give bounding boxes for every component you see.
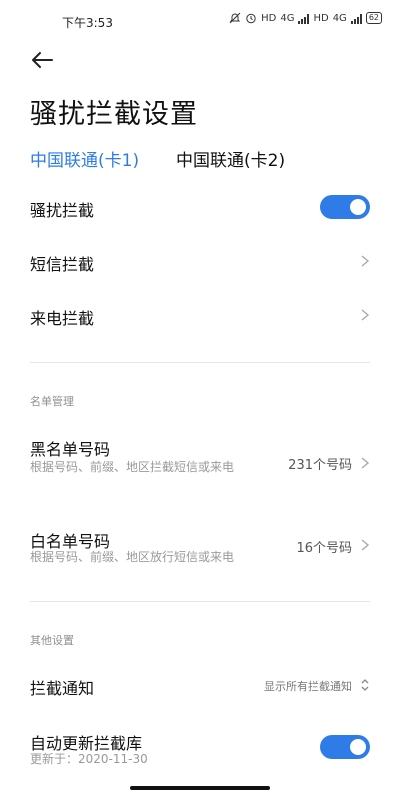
battery-indicator: 62 xyxy=(365,12,382,24)
alarm-icon xyxy=(246,13,256,24)
auto-update-row[interactable]: 自动更新拦截库 更新于：2020-11-30 xyxy=(0,726,400,772)
call-block-label: 来电拦截 xyxy=(30,309,95,328)
auto-update-date: 更新于：2020-11-30 xyxy=(30,752,148,766)
tab-card-1[interactable]: 中国联通(卡1) xyxy=(30,146,139,171)
back-arrow-icon[interactable] xyxy=(28,48,56,72)
section-title-list-management: 名单管理 xyxy=(30,395,74,408)
divider xyxy=(30,362,370,363)
up-down-chevron-icon xyxy=(361,679,369,691)
status-time: 下午3:53 xyxy=(62,16,113,30)
blacklist-description: 根据号码、前缀、地区拦截短信或来电 xyxy=(30,460,235,474)
blacklist-row[interactable]: 黑名单号码 根据号码、前缀、地区拦截短信或来电 231个号码 xyxy=(0,430,400,494)
chevron-right-icon xyxy=(361,255,370,267)
harassment-block-label: 骚扰拦截 xyxy=(30,201,95,220)
hd-label: HD xyxy=(261,12,277,24)
tab-card-2[interactable]: 中国联通(卡2) xyxy=(176,146,285,171)
signal-icon-2 xyxy=(350,13,362,24)
status-icons: HD 4G HD 4G 62 xyxy=(229,12,382,24)
harassment-block-row[interactable]: 骚扰拦截 xyxy=(0,190,400,224)
page-title: 骚扰拦截设置 xyxy=(30,99,198,130)
section-title-other-settings: 其他设置 xyxy=(30,634,74,647)
mute-icon xyxy=(229,12,241,24)
sms-block-row[interactable]: 短信拦截 xyxy=(0,244,400,278)
signal-icon xyxy=(298,13,310,24)
home-indicator[interactable] xyxy=(130,786,270,790)
chevron-right-icon xyxy=(361,457,370,469)
call-block-row[interactable]: 来电拦截 xyxy=(0,298,400,332)
auto-update-toggle[interactable] xyxy=(320,735,370,759)
chevron-right-icon xyxy=(361,539,370,551)
harassment-block-toggle[interactable] xyxy=(320,195,370,219)
whitelist-row[interactable]: 白名单号码 根据号码、前缀、地区放行短信或来电 16个号码 xyxy=(0,522,400,568)
network-label-2: 4G xyxy=(332,12,347,24)
blacklist-count: 231个号码 xyxy=(288,458,352,473)
whitelist-description: 根据号码、前缀、地区放行短信或来电 xyxy=(30,550,235,564)
divider xyxy=(30,601,370,602)
block-notification-value: 显示所有拦截通知 xyxy=(264,680,352,693)
sms-block-label: 短信拦截 xyxy=(30,255,95,274)
chevron-right-icon xyxy=(361,309,370,321)
block-notification-row[interactable]: 拦截通知 显示所有拦截通知 xyxy=(0,668,400,702)
block-notification-label: 拦截通知 xyxy=(30,679,95,698)
whitelist-count: 16个号码 xyxy=(296,541,352,556)
hd-label-2: HD xyxy=(313,12,329,24)
status-bar: 下午3:53 HD 4G HD 4G 62 xyxy=(0,0,400,40)
blacklist-label: 黑名单号码 xyxy=(30,440,111,459)
network-label: 4G xyxy=(280,12,295,24)
